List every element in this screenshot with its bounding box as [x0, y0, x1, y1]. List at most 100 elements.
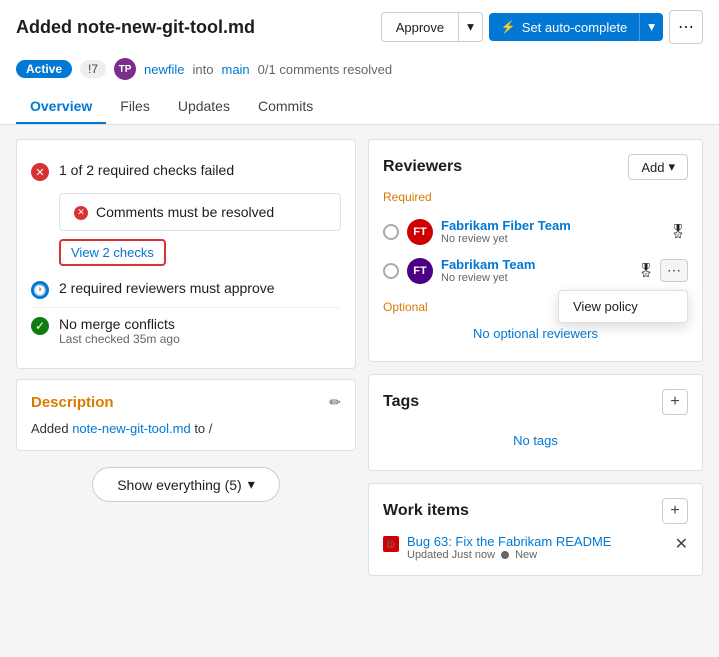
more-options-button[interactable]: ⋯ — [669, 10, 703, 44]
work-items-section: Work items + 🐞 Bug 63: Fix the Fabrikam … — [368, 483, 703, 576]
reviewer-actions-0: 🎖 — [668, 222, 688, 242]
reviewer-name-0: Fabrikam Fiber Team — [441, 218, 660, 233]
description-card: Description ✏ Added note-new-git-tool.md… — [16, 379, 356, 451]
autocomplete-main-button[interactable]: ⚡ Set auto-complete — [489, 14, 639, 41]
reviewer-more-button-1[interactable]: ⋯ — [660, 259, 688, 282]
work-item-meta-0: Updated Just now New — [407, 549, 611, 561]
autocomplete-icon: ⚡ — [501, 20, 516, 34]
add-tag-button[interactable]: + — [662, 389, 688, 415]
comments-resolved: 0/1 comments resolved — [258, 62, 392, 77]
chevron-down-icon: ▾ — [668, 159, 675, 175]
approve-main-button[interactable]: Approve — [382, 14, 458, 41]
add-reviewer-button[interactable]: Add ▾ — [628, 154, 688, 180]
main-content: ✕ 1 of 2 required checks failed ✕ Commen… — [0, 125, 719, 590]
sub-check-card: ✕ Comments must be resolved — [59, 193, 341, 231]
description-header: Description ✏ — [31, 394, 341, 411]
reviewer-avatar-0: FT — [407, 219, 433, 245]
tags-header: Tags + — [383, 389, 688, 415]
page-header: Added note-new-git-tool.md Approve ▾ ⚡ S… — [0, 0, 719, 125]
tags-title: Tags — [383, 393, 419, 411]
vote-count: !7 — [80, 60, 106, 78]
tab-commits[interactable]: Commits — [244, 90, 327, 124]
reviewer-item-1: FT Fabrikam Team No review yet 🎖 ⋯ — [383, 251, 688, 290]
nav-tabs: Overview Files Updates Commits — [16, 90, 703, 124]
view-checks-button[interactable]: View 2 checks — [59, 239, 166, 266]
header-top-row: Added note-new-git-tool.md Approve ▾ ⚡ S… — [16, 10, 703, 44]
reviewer-actions-1: 🎖 ⋯ — [636, 259, 688, 282]
check-failed-text: 1 of 2 required checks failed — [59, 162, 234, 178]
reviewer-radio-0[interactable] — [383, 224, 399, 240]
check-conflicts-text: No merge conflicts — [59, 316, 180, 332]
required-label: Required — [383, 190, 688, 204]
remove-work-item-button-0[interactable]: ✕ — [675, 534, 688, 554]
check-item-conflicts: ✓ No merge conflicts Last checked 35m ag… — [31, 307, 341, 354]
reviewer-badge-icon-1: 🎖 — [636, 261, 656, 281]
check-item-reviewers: 🕐 2 required reviewers must approve — [31, 272, 341, 307]
reviewer-status-0: No review yet — [441, 233, 660, 245]
description-link[interactable]: note-new-git-tool.md — [72, 421, 191, 436]
bug-icon-0: 🐞 — [383, 536, 399, 552]
work-item-title-0[interactable]: Bug 63: Fix the Fabrikam README — [407, 534, 611, 549]
branch-into[interactable]: main — [221, 62, 249, 77]
reviewer-status-1: No review yet — [441, 272, 628, 284]
no-tags-text: No tags — [383, 425, 688, 456]
approve-button-group[interactable]: Approve ▾ — [381, 12, 483, 42]
status-badge: Active — [16, 60, 72, 78]
approve-dropdown-button[interactable]: ▾ — [458, 13, 482, 41]
pr-title: Added note-new-git-tool.md — [16, 17, 255, 38]
work-item-row-0: 🐞 Bug 63: Fix the Fabrikam README Update… — [383, 534, 688, 561]
left-column: ✕ 1 of 2 required checks failed ✕ Commen… — [16, 139, 356, 576]
work-items-title: Work items — [383, 502, 469, 520]
reviewers-section: Reviewers Add ▾ Required FT Fabrikam Fib… — [368, 139, 703, 362]
tab-files[interactable]: Files — [106, 90, 164, 124]
work-item-status-0: New — [515, 549, 537, 561]
autocomplete-label: Set auto-complete — [522, 20, 628, 35]
check-failed-icon: ✕ — [31, 163, 49, 181]
checks-card: ✕ 1 of 2 required checks failed ✕ Commen… — [16, 139, 356, 369]
edit-description-icon[interactable]: ✏ — [329, 394, 341, 411]
tab-updates[interactable]: Updates — [164, 90, 244, 124]
right-column: Reviewers Add ▾ Required FT Fabrikam Fib… — [368, 139, 703, 576]
reviewer-context-menu: View policy — [558, 290, 688, 323]
status-dot-0 — [501, 551, 509, 559]
autocomplete-dropdown-button[interactable]: ▾ — [639, 13, 663, 41]
add-label: Add — [641, 160, 664, 175]
check-reviewers-text: 2 required reviewers must approve — [59, 280, 275, 296]
reviewer-row-wrapper-1: FT Fabrikam Team No review yet 🎖 ⋯ View … — [383, 251, 688, 290]
reviewer-item-0: FT Fabrikam Fiber Team No review yet 🎖 — [383, 212, 688, 251]
sub-check-icon: ✕ — [74, 206, 88, 220]
header-meta-row: Active !7 TP newfile into main 0/1 comme… — [16, 52, 703, 86]
work-item-details-0: Bug 63: Fix the Fabrikam README Updated … — [407, 534, 611, 561]
description-text: Added note-new-git-tool.md to / — [31, 421, 341, 436]
check-conflicts-icon: ✓ — [31, 317, 49, 335]
header-actions: Approve ▾ ⚡ Set auto-complete ▾ ⋯ — [381, 10, 703, 44]
autocomplete-button-group[interactable]: ⚡ Set auto-complete ▾ — [489, 13, 663, 41]
reviewer-info-1: Fabrikam Team No review yet — [441, 257, 628, 284]
sub-check-inner: ✕ Comments must be resolved — [74, 204, 326, 220]
reviewer-info-0: Fabrikam Fiber Team No review yet — [441, 218, 660, 245]
no-optional-text: No optional reviewers — [383, 320, 688, 347]
avatar: TP — [114, 58, 136, 80]
reviewers-title: Reviewers — [383, 158, 462, 176]
tags-section: Tags + No tags — [368, 374, 703, 471]
branch-from[interactable]: newfile — [144, 62, 184, 77]
show-everything-button[interactable]: Show everything (5) ▾ — [92, 467, 280, 502]
reviewers-header: Reviewers Add ▾ — [383, 154, 688, 180]
reviewer-name-1: Fabrikam Team — [441, 257, 628, 272]
reviewer-avatar-1: FT — [407, 258, 433, 284]
reviewer-radio-1[interactable] — [383, 263, 399, 279]
work-item-updated-0: Updated Just now — [407, 549, 495, 561]
sub-check-text: Comments must be resolved — [96, 204, 274, 220]
show-everything-wrapper: Show everything (5) ▾ — [16, 461, 356, 502]
work-items-header: Work items + — [383, 498, 688, 524]
view-policy-menu-item[interactable]: View policy — [559, 291, 687, 322]
check-reviewers-icon: 🕐 — [31, 281, 49, 299]
work-item-left-0: 🐞 Bug 63: Fix the Fabrikam README Update… — [383, 534, 611, 561]
reviewer-badge-icon-0: 🎖 — [668, 222, 688, 242]
check-conflicts-subtext: Last checked 35m ago — [59, 332, 180, 346]
check-item-failed: ✕ 1 of 2 required checks failed — [31, 154, 341, 189]
branch-into-label: into — [193, 62, 214, 77]
tab-overview[interactable]: Overview — [16, 90, 106, 124]
add-work-item-button[interactable]: + — [662, 498, 688, 524]
chevron-down-icon: ▾ — [248, 476, 255, 493]
